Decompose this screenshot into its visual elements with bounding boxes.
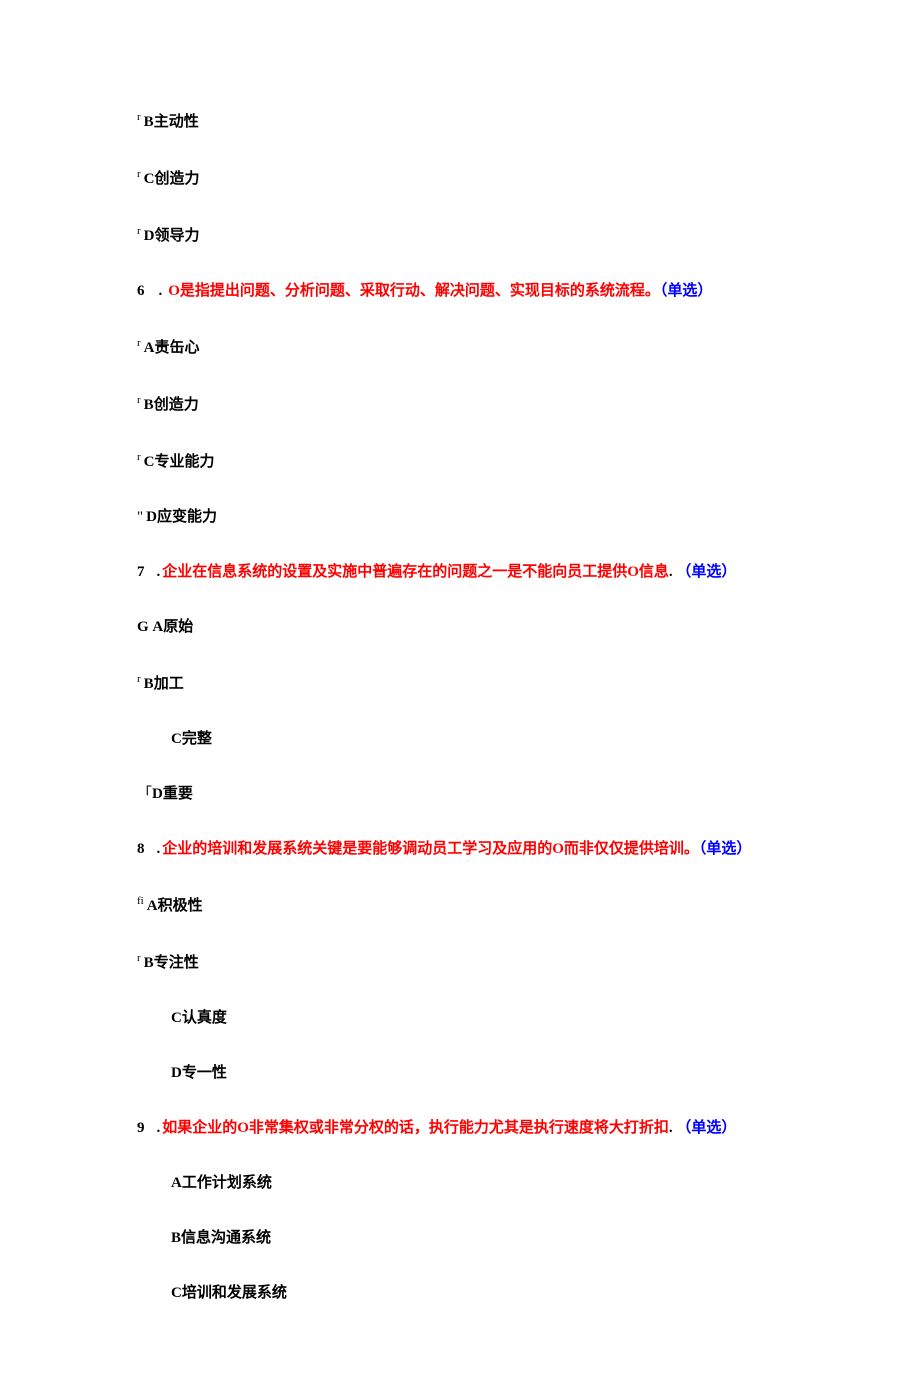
option-text: 培训和发展系统 [182, 1285, 287, 1301]
option-letter: D [171, 1065, 182, 1081]
option-letter: B [144, 114, 154, 130]
option: B信息沟通系统 [137, 1228, 783, 1249]
question-number: 9 [137, 1120, 145, 1136]
option-letter: C [171, 1285, 182, 1301]
question-stem: 如果企业的O非常集权或非常分权的话，执行能力尤其是执行速度将大打折扣 [162, 1120, 669, 1136]
option-letter: D [152, 786, 163, 802]
option-letter: B [171, 1230, 181, 1246]
option-marker-big: 「 [137, 786, 152, 802]
option: G A原始 [137, 617, 783, 638]
option-text: 积极性 [158, 898, 203, 914]
question-7: 7.企业在信息系统的设置及实施中普遍存在的问题之一是不能向员工提供O信息. （单… [137, 562, 783, 583]
option-marker: r [137, 111, 141, 123]
option-marker: r [137, 673, 141, 685]
dot: . [157, 1120, 161, 1136]
option: rC创造力 [137, 167, 783, 190]
option-text: 完整 [182, 731, 212, 747]
option-letter: B [144, 955, 154, 971]
option-marker: r [137, 168, 141, 180]
option-text: 专注性 [154, 955, 199, 971]
question-number: 8 [137, 841, 145, 857]
option-marker: " [137, 509, 143, 525]
question-tag: （单选） [676, 564, 736, 580]
option-marker: r [137, 394, 141, 406]
option: rD领导力 [137, 224, 783, 247]
option-text: 领导力 [155, 228, 200, 244]
option-marker: r [137, 225, 141, 237]
option-marker-big: G [137, 619, 149, 635]
question-number: 7 [137, 564, 145, 580]
question-stem: 企业的培训和发展系统关键是要能够调动员工学习及应用的O而非仅仅提供培训。 [162, 841, 699, 857]
option-letter: D [146, 509, 157, 525]
option-letter: B [144, 397, 154, 413]
option: rB主动性 [137, 110, 783, 133]
option: rB加工 [137, 672, 783, 695]
option-text: 责缶心 [155, 340, 200, 356]
question-9: 9.如果企业的O非常集权或非常分权的话，执行能力尤其是执行速度将大打折扣. （单… [137, 1118, 783, 1139]
option-marker: fi [137, 895, 144, 907]
option-text: 信息沟通系统 [181, 1230, 271, 1246]
question-stem: O是指提出问题、分析问题、采取行动、解决问题、实现目标的系统流程。 [168, 283, 660, 299]
option-letter: A [171, 1175, 182, 1191]
option-text: 工作计划系统 [182, 1175, 272, 1191]
option-text: 主动性 [154, 114, 199, 130]
option: rB创造力 [137, 393, 783, 416]
option-letter: A [152, 619, 163, 635]
option: C认真度 [137, 1008, 783, 1029]
dot: . [157, 841, 161, 857]
option-marker: r [137, 451, 141, 463]
option: A工作计划系统 [137, 1173, 783, 1194]
dot: . [157, 564, 161, 580]
option-letter: A [144, 340, 155, 356]
option-letter: C [144, 171, 155, 187]
option-letter: A [147, 898, 158, 914]
option-letter: D [144, 228, 155, 244]
question-stem: 企业在信息系统的设置及实施中普遍存在的问题之一是不能向员工提供O信息 [162, 564, 669, 580]
option: rC专业能力 [137, 450, 783, 473]
document-body: rB主动性 rC创造力 rD领导力 6.O是指提出问题、分析问题、采取行动、解决… [137, 110, 783, 1304]
option-letter: C [171, 731, 182, 747]
question-tag: （单选） [660, 283, 713, 299]
option-text: 专一性 [182, 1065, 227, 1081]
option-letter: C [144, 454, 155, 470]
option: fiA积极性 [137, 894, 783, 917]
option: rA责缶心 [137, 336, 783, 359]
dot: . [159, 283, 163, 299]
option-letter: C [171, 1010, 182, 1026]
question-tag: （单选） [699, 841, 752, 857]
punct: . [669, 1120, 673, 1136]
option: 「D重要 [137, 784, 783, 805]
question-number: 6 [137, 283, 145, 299]
option: "D应变能力 [137, 507, 783, 528]
option-letter: B [144, 676, 154, 692]
option-text: 创造力 [155, 171, 200, 187]
option-marker: r [137, 337, 141, 349]
punct: . [669, 564, 673, 580]
option-text: 重要 [163, 786, 193, 802]
option-text: 应变能力 [157, 509, 217, 525]
option-text: 专业能力 [155, 454, 215, 470]
option-text: 创造力 [154, 397, 199, 413]
option-text: 原始 [163, 619, 193, 635]
option: rB专注性 [137, 951, 783, 974]
question-6: 6. O是指提出问题、分析问题、采取行动、解决问题、实现目标的系统流程。（单选） [137, 281, 783, 302]
option: D专一性 [137, 1063, 783, 1084]
option-text: 认真度 [182, 1010, 227, 1026]
question-8: 8.企业的培训和发展系统关键是要能够调动员工学习及应用的O而非仅仅提供培训。（单… [137, 839, 783, 860]
option: C完整 [137, 729, 783, 750]
question-tag: （单选） [676, 1120, 736, 1136]
option-text: 加工 [154, 676, 184, 692]
option-marker: r [137, 952, 141, 964]
